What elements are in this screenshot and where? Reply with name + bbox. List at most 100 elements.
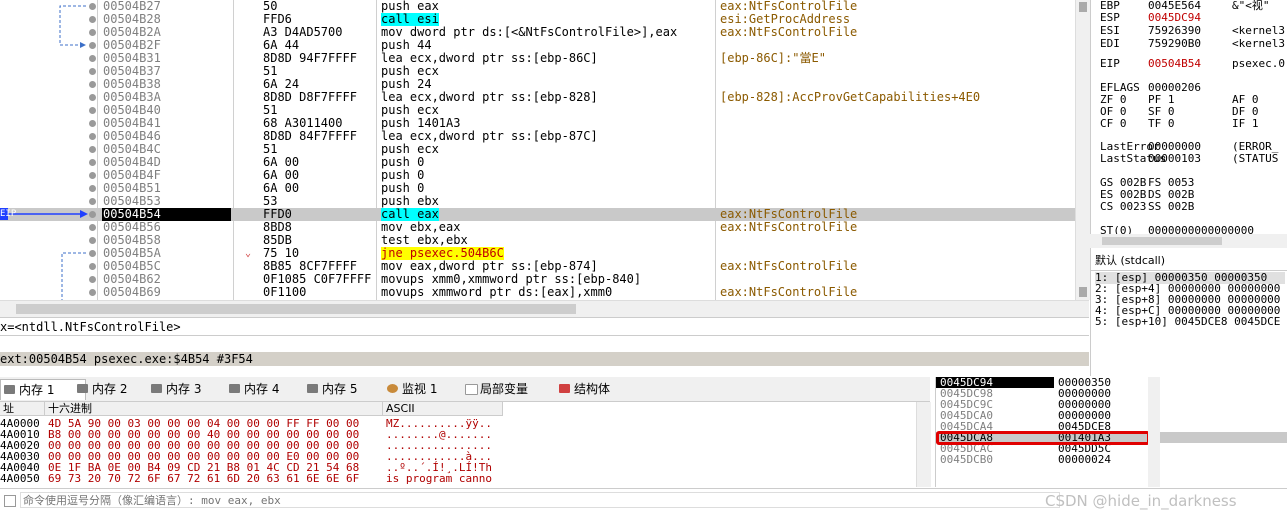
- regs-hscrollbar[interactable]: [1090, 234, 1287, 248]
- memory-icon: [4, 385, 15, 394]
- register-line[interactable]: ESI 75926390 <kernel3: [1100, 25, 1285, 37]
- register-value[interactable]: 00504B54: [1148, 58, 1232, 70]
- instr-comment: eax:NtFsControlFile: [720, 25, 858, 39]
- stack-vscrollbar[interactable]: [1148, 377, 1160, 487]
- tab-label: 内存 4: [244, 382, 280, 396]
- register-value[interactable]: 0045DC94: [1148, 12, 1232, 24]
- eip-marker: EIP: [0, 208, 16, 220]
- stack-value: 00000024: [1058, 453, 1111, 466]
- register-name: ESI: [1100, 24, 1120, 37]
- info-divider: [0, 335, 1089, 337]
- disasm-row[interactable]: 00504B40 51 push ecx: [0, 104, 1075, 117]
- register-value[interactable]: 00000103: [1148, 153, 1232, 165]
- memory-icon: [229, 384, 240, 393]
- jump-arrows: [6, 5, 88, 300]
- disasm-hscrollbar[interactable]: [0, 300, 1089, 317]
- disasm-row[interactable]: 00504B4F 6A 00 push 0: [0, 169, 1075, 182]
- disasm-row[interactable]: 00504B3A 8D8D D8F7FFFF lea ecx,dword ptr s…: [0, 91, 1075, 104]
- instr-bytes: 8D8D 84F7FFFF: [263, 129, 357, 143]
- watermark: CSDN @hide_in_darkness: [1045, 492, 1237, 510]
- scroll-up-icon[interactable]: [1079, 2, 1087, 12]
- disassembly-view[interactable]: 00504B27 50 push eax eax:NtFsControlFile 005…: [0, 0, 1075, 300]
- tab-locals-7[interactable]: 局部变量: [462, 379, 566, 399]
- registers-panel[interactable]: EBP 0045E564 &"<视" ESP 0045DC94 ESI 75926390 <k…: [1090, 0, 1287, 250]
- instr-comment: [ebp-828]:AccProvGetCapabilities+4E0: [720, 90, 981, 104]
- tab-memory-4[interactable]: 内存 4: [226, 379, 314, 399]
- instr-comment: [ebp-86C]:"當E": [720, 51, 826, 65]
- info-line-2: ext:00504B54 psexec.exe:$4B54 #3F54: [0, 352, 1089, 366]
- register-line[interactable]: CS 0023 SS 002B: [1100, 201, 1232, 213]
- tab-label: 局部变量: [480, 382, 529, 396]
- instr-address: 00504B69: [103, 285, 161, 299]
- disasm-row[interactable]: 00504B4C 51 push ecx: [0, 143, 1075, 156]
- dump-hex[interactable]: 69 73 20 70 72 6F 67 72 61 6D 20 63 61 6…: [48, 473, 359, 484]
- scroll-thumb[interactable]: [16, 304, 576, 314]
- register-value[interactable]: 759290B0: [1148, 38, 1232, 50]
- memory-dump[interactable]: 址 十六进制 ASCII 4A0000 4D 5A 90 00 03 00 00 …: [0, 402, 930, 487]
- info-panel: x=<ntdll.NtFsControlFile> ext:00504B54 p…: [0, 317, 1089, 376]
- register-name: EIP: [1100, 57, 1120, 70]
- watch-icon: [387, 384, 398, 393]
- dump-ascii[interactable]: is program canno: [386, 473, 492, 484]
- disasm-row[interactable]: 00504B51 6A 00 push 0: [0, 182, 1075, 195]
- register-line[interactable]: EIP 00504B54 psexec.0: [1100, 58, 1285, 70]
- col-header-hex: 十六进制: [45, 402, 383, 416]
- register-note: (STATUS: [1232, 152, 1279, 165]
- stack-address: 0045DCB0: [940, 453, 993, 466]
- command-input[interactable]: [20, 492, 1060, 508]
- disasm-row[interactable]: 00504B4D 6A 00 push 0: [0, 156, 1075, 169]
- disasm-row[interactable]: 00504B56 8BD8 mov ebx,eax eax:NtFsControlFi…: [0, 221, 1075, 234]
- tab-label: 内存 2: [92, 382, 128, 396]
- tab-label: 结构体: [574, 382, 611, 396]
- stack-row[interactable]: 0045DCB0 00000024: [936, 454, 1287, 465]
- register-note: IF 1: [1232, 117, 1259, 130]
- tab-label: 内存 3: [166, 382, 202, 396]
- highlight-box: [936, 431, 1150, 445]
- disasm-row[interactable]: 00504B27 50 push eax eax:NtFsControlFile: [0, 0, 1075, 13]
- command-bar: CSDN @hide_in_darkness: [0, 488, 1287, 514]
- register-value[interactable]: SS 002B: [1148, 201, 1232, 213]
- memory-tabbar: 内存 1 内存 2 内存 3 内存 4 内存 5 监视 1 局部变量 结构体: [0, 377, 930, 402]
- scroll-down-icon[interactable]: [1079, 287, 1087, 297]
- disasm-row[interactable]: 00504B37 51 push ecx: [0, 65, 1075, 78]
- tab-struct-8[interactable]: 结构体: [556, 379, 646, 399]
- stack-view[interactable]: 0045DC94 00000350 0045DC98 00000000 0045DC9C…: [935, 377, 1287, 487]
- disasm-vscrollbar[interactable]: [1075, 0, 1090, 300]
- call-args-panel[interactable]: 默认 (stdcall) 1: [esp] 00000350 00000350 2…: [1090, 250, 1287, 376]
- instr-text: movups xmmword ptr ds:[eax],xmm0: [381, 285, 613, 299]
- instr-bytes: 8D8D D8F7FFFF: [263, 90, 357, 104]
- disasm-row[interactable]: 00504B69 0F1100 movups xmmword ptr ds:[eax…: [0, 286, 1075, 299]
- register-value[interactable]: 75926390: [1148, 25, 1232, 37]
- disasm-row[interactable]: 00504B54 FFD0 call eax eax:NtFsControlFile: [0, 208, 1075, 221]
- dump-address[interactable]: 4A0050: [0, 473, 40, 484]
- scroll-thumb[interactable]: [1102, 237, 1222, 245]
- register-note: &"<视": [1232, 0, 1270, 12]
- tab-memory-2[interactable]: 内存 2: [74, 379, 158, 399]
- info-line-1: x=<ntdll.NtFsControlFile>: [0, 320, 181, 334]
- register-line[interactable]: EDI 759290B0 <kernel3: [1100, 38, 1285, 50]
- instr-bytes: 8D8D 94F7FFFF: [263, 51, 357, 65]
- tab-label: 监视 1: [402, 382, 438, 396]
- instr-comment: eax:NtFsControlFile: [720, 259, 858, 273]
- calling-convention[interactable]: 默认 (stdcall): [1095, 254, 1165, 268]
- disasm-row[interactable]: 00504B58 85DB test ebx,ebx: [0, 234, 1075, 247]
- register-line[interactable]: ESP 0045DC94: [1100, 12, 1232, 24]
- tab-watch-6[interactable]: 监视 1: [384, 379, 472, 399]
- disasm-row[interactable]: 00504B46 8D8D 84F7FFFF lea ecx,dword ptr s…: [0, 130, 1075, 143]
- tab-label: 内存 1: [19, 383, 55, 397]
- disasm-row[interactable]: 00504B31 8D8D 94F7FFFF lea ecx,dword ptr s…: [0, 52, 1075, 65]
- call-arg[interactable]: 5: [esp+10] 0045DCE8 0045DCE: [1095, 316, 1280, 328]
- col-header-address: 址: [0, 402, 45, 416]
- memory-icon: [307, 384, 318, 393]
- disasm-row[interactable]: 00504B2A A3 D4AD5700 mov dword ptr ds:[<&N…: [0, 26, 1075, 39]
- tab-memory-5[interactable]: 内存 5: [304, 379, 392, 399]
- tab-label: 内存 5: [322, 382, 358, 396]
- instr-comment: eax:NtFsControlFile: [720, 220, 858, 234]
- disasm-row[interactable]: 00504B53 53 push ebx: [0, 195, 1075, 208]
- register-line[interactable]: LastStatus00000103 (STATUS: [1100, 153, 1278, 165]
- register-value[interactable]: TF 0: [1148, 118, 1232, 130]
- tab-memory-3[interactable]: 内存 3: [148, 379, 236, 399]
- register-line[interactable]: CF 0 TF 0 IF 1: [1100, 118, 1259, 130]
- register-note: <kernel3: [1232, 37, 1285, 50]
- dump-vscrollbar[interactable]: [916, 402, 931, 487]
